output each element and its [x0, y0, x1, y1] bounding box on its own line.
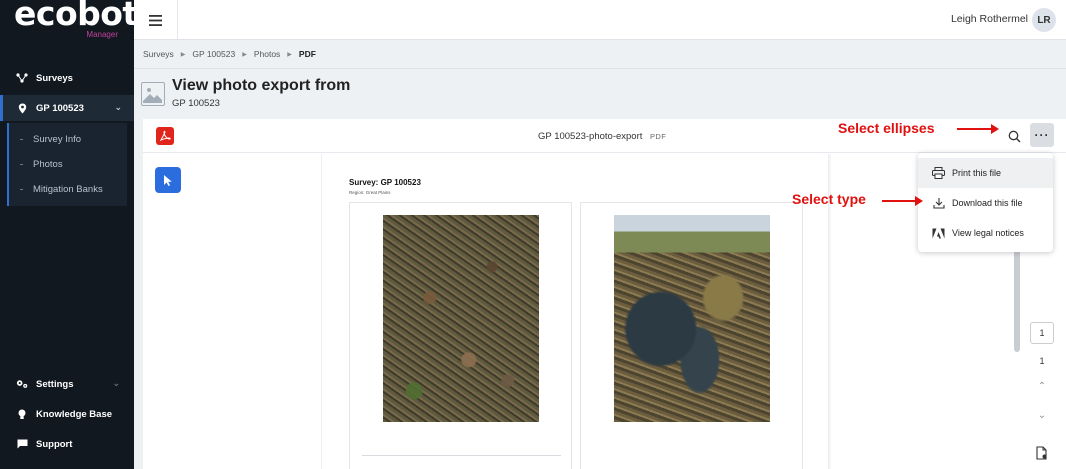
logo-word: ecobot	[14, 0, 138, 33]
page-title: View photo export from	[172, 77, 351, 94]
sidebar-item-label: Mitigation Banks	[33, 183, 103, 195]
chevron-right-icon: ▶	[180, 51, 186, 58]
bullet-dot	[20, 138, 23, 140]
hamburger-menu-icon[interactable]	[134, 0, 178, 40]
document-canvas[interactable]: Survey: GP 100523 Region: Great Plains	[321, 154, 831, 469]
user-name[interactable]: Leigh Rothermel	[951, 13, 1028, 25]
sidebar-item-survey-info[interactable]: Survey Info	[9, 127, 129, 151]
survey-photo	[614, 215, 770, 422]
photo-card	[349, 202, 572, 469]
sidebar-item-support[interactable]: Support	[0, 430, 134, 458]
adobe-icon	[932, 227, 945, 240]
image-icon	[141, 82, 165, 106]
select-tool-cursor-icon[interactable]	[155, 167, 181, 193]
annotation-select-type: Select type	[792, 191, 866, 207]
sidebar-item-knowledge-base[interactable]: Knowledge Base	[0, 400, 134, 428]
document-survey-title: Survey: GP 100523	[349, 178, 421, 187]
sidebar-item-label: Support	[36, 438, 73, 450]
logo-subtitle: Manager	[86, 30, 118, 39]
breadcrumb-current: PDF	[298, 49, 316, 59]
breadcrumb-surveys[interactable]: Surveys	[143, 49, 174, 59]
chevron-right-icon: ▶	[287, 51, 292, 58]
sidebar-item-settings[interactable]: Settings ⌄	[0, 370, 134, 398]
sidebar-item-gp-100523[interactable]: GP 100523 ⌄	[0, 95, 134, 121]
survey-photo	[383, 215, 539, 422]
document-properties-icon[interactable]	[1033, 444, 1051, 462]
sidebar: ecobot Manager Surveys GP 100523 ⌄ Surve…	[0, 0, 138, 469]
sidebar-item-photos[interactable]: Photos	[9, 152, 129, 176]
divider	[362, 455, 561, 456]
document-region: Region: Great Plains	[349, 190, 391, 195]
annotation-arrow	[957, 124, 999, 134]
chevron-down-icon[interactable]: ⌄	[114, 102, 122, 113]
more-options-menu: Print this file Download this file View …	[918, 153, 1053, 252]
page-number-input[interactable]: 1	[1030, 322, 1054, 344]
download-icon	[932, 197, 945, 210]
document-name: GP 100523-photo-export	[538, 131, 643, 142]
printer-icon	[932, 167, 945, 180]
bullet-dot	[20, 163, 23, 165]
lightbulb-icon	[16, 409, 28, 420]
breadcrumb-photos[interactable]: Photos	[254, 49, 280, 59]
annotation-select-ellipses: Select ellipses	[838, 120, 935, 136]
page-subtitle: GP 100523	[172, 98, 220, 109]
sidebar-item-surveys[interactable]: Surveys	[0, 64, 134, 92]
menu-item-print[interactable]: Print this file	[918, 158, 1053, 188]
chevron-down-icon[interactable]: ⌄	[112, 378, 120, 389]
page-total: 1	[1039, 356, 1045, 366]
breadcrumb: Surveys ▶ GP 100523 ▶ Photos ▶ PDF	[143, 49, 316, 59]
menu-item-legal-notices[interactable]: View legal notices	[918, 218, 1053, 248]
annotation-arrow	[882, 196, 923, 206]
breadcrumb-survey[interactable]: GP 100523	[192, 49, 235, 59]
sidebar-item-label: Photos	[33, 158, 63, 170]
bullet-dot	[20, 188, 23, 190]
scrollbar[interactable]	[1014, 250, 1020, 352]
menu-item-label: Download this file	[952, 198, 1023, 208]
sidebar-item-label: Survey Info	[33, 133, 82, 145]
chat-bubble-icon	[16, 439, 28, 449]
sidebar-item-label: Knowledge Base	[36, 408, 113, 420]
sidebar-item-mitigation-banks[interactable]: Mitigation Banks	[9, 177, 129, 201]
sidebar-item-label: GP 100523	[36, 102, 84, 114]
chevron-down-icon[interactable]: ⌄	[1033, 406, 1051, 424]
ecobot-logo[interactable]: ecobot Manager	[14, 0, 138, 44]
menu-item-download[interactable]: Download this file	[918, 188, 1053, 218]
acrobat-pdf-icon	[156, 127, 174, 145]
menu-item-label: Print this file	[952, 168, 1002, 178]
menu-item-label: View legal notices	[952, 228, 1024, 238]
chevron-up-icon[interactable]: ⌃	[1033, 377, 1051, 395]
sidebar-item-label: Settings	[36, 378, 74, 390]
photo-card	[580, 202, 803, 469]
document-type: PDF	[650, 132, 667, 141]
surveys-network-icon	[16, 73, 28, 83]
search-icon[interactable]	[1004, 126, 1024, 146]
sidebar-item-label: Surveys	[36, 72, 73, 84]
more-options-ellipsis-button[interactable]: ···	[1030, 123, 1054, 147]
chevron-right-icon: ▶	[242, 51, 247, 58]
avatar[interactable]: LR	[1032, 8, 1056, 32]
location-pin-icon	[16, 103, 28, 114]
top-bar: Leigh Rothermel LR	[134, 0, 1066, 40]
survey-subnav: Survey Info Photos Mitigation Banks	[7, 123, 127, 206]
divider	[134, 68, 1066, 69]
gears-icon	[16, 379, 28, 389]
pdf-page: Survey: GP 100523 Region: Great Plains	[321, 154, 829, 469]
